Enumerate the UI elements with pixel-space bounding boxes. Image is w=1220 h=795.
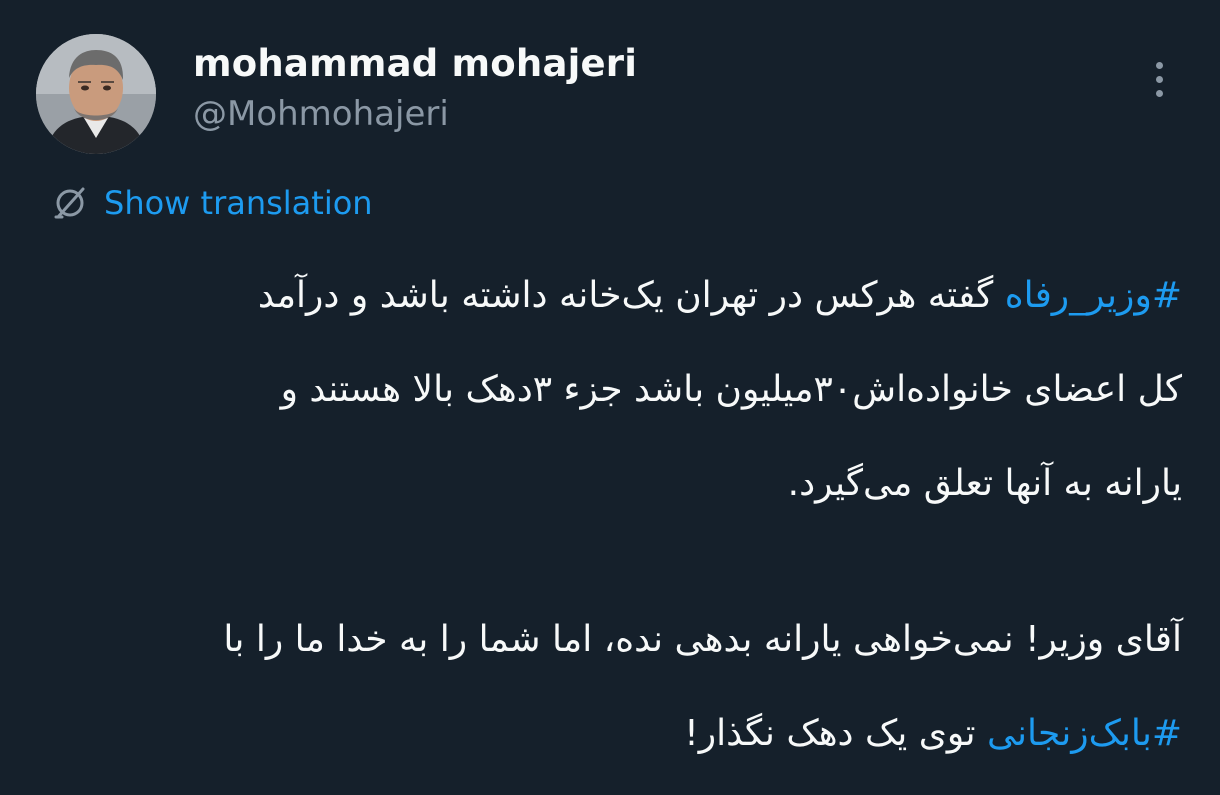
tweet-text-span: آقای وزیر! نمی‌خواهی یارانه بدهی نده، ام… (223, 619, 1182, 660)
tweet-card: mohammad mohajeri @Mohmohajeri Show tran… (0, 0, 1220, 795)
more-vertical-icon (1156, 76, 1163, 83)
tweet-text-span: کل اعضای خانواده‌اش۳۰میلیون باشد جزء ۳ده… (280, 369, 1182, 410)
show-translation-label: Show translation (104, 184, 373, 222)
tweet-text-line: آقای وزیر! نمی‌خواهی یارانه بدهی نده، ام… (32, 616, 1182, 664)
author-handle[interactable]: @Mohmohajeri (193, 94, 449, 134)
tweet-text-span: گفته هرکس در تهران یک‌خانه داشته باشد و … (257, 275, 1005, 316)
hashtag-link[interactable]: #بابک‌زنجانی (987, 713, 1182, 754)
tweet-text-line: #وزیر_رفاه گفته هرکس در تهران یک‌خانه دا… (32, 272, 1182, 320)
avatar[interactable] (36, 34, 156, 154)
show-translation-button[interactable]: Show translation (50, 180, 373, 226)
tweet-text-line: #بابک‌زنجانی توی یک دهک نگذار! (32, 710, 1182, 758)
tweet-text-span: توی یک دهک نگذار! (684, 713, 987, 754)
author-display-name[interactable]: mohammad mohajeri (193, 42, 637, 85)
more-vertical-icon (1156, 62, 1163, 69)
tweet-text-line: یارانه به آنها تعلق می‌گیرد. (32, 460, 1182, 508)
tweet-text-line: کل اعضای خانواده‌اش۳۰میلیون باشد جزء ۳ده… (32, 366, 1182, 414)
globe-translate-icon (54, 187, 85, 219)
tweet-text-span: یارانه به آنها تعلق می‌گیرد. (787, 463, 1182, 504)
more-options-button[interactable] (1140, 56, 1180, 104)
hashtag-link[interactable]: #وزیر_رفاه (1005, 275, 1182, 316)
profile-photo-icon (36, 34, 156, 154)
more-vertical-icon (1156, 90, 1163, 97)
